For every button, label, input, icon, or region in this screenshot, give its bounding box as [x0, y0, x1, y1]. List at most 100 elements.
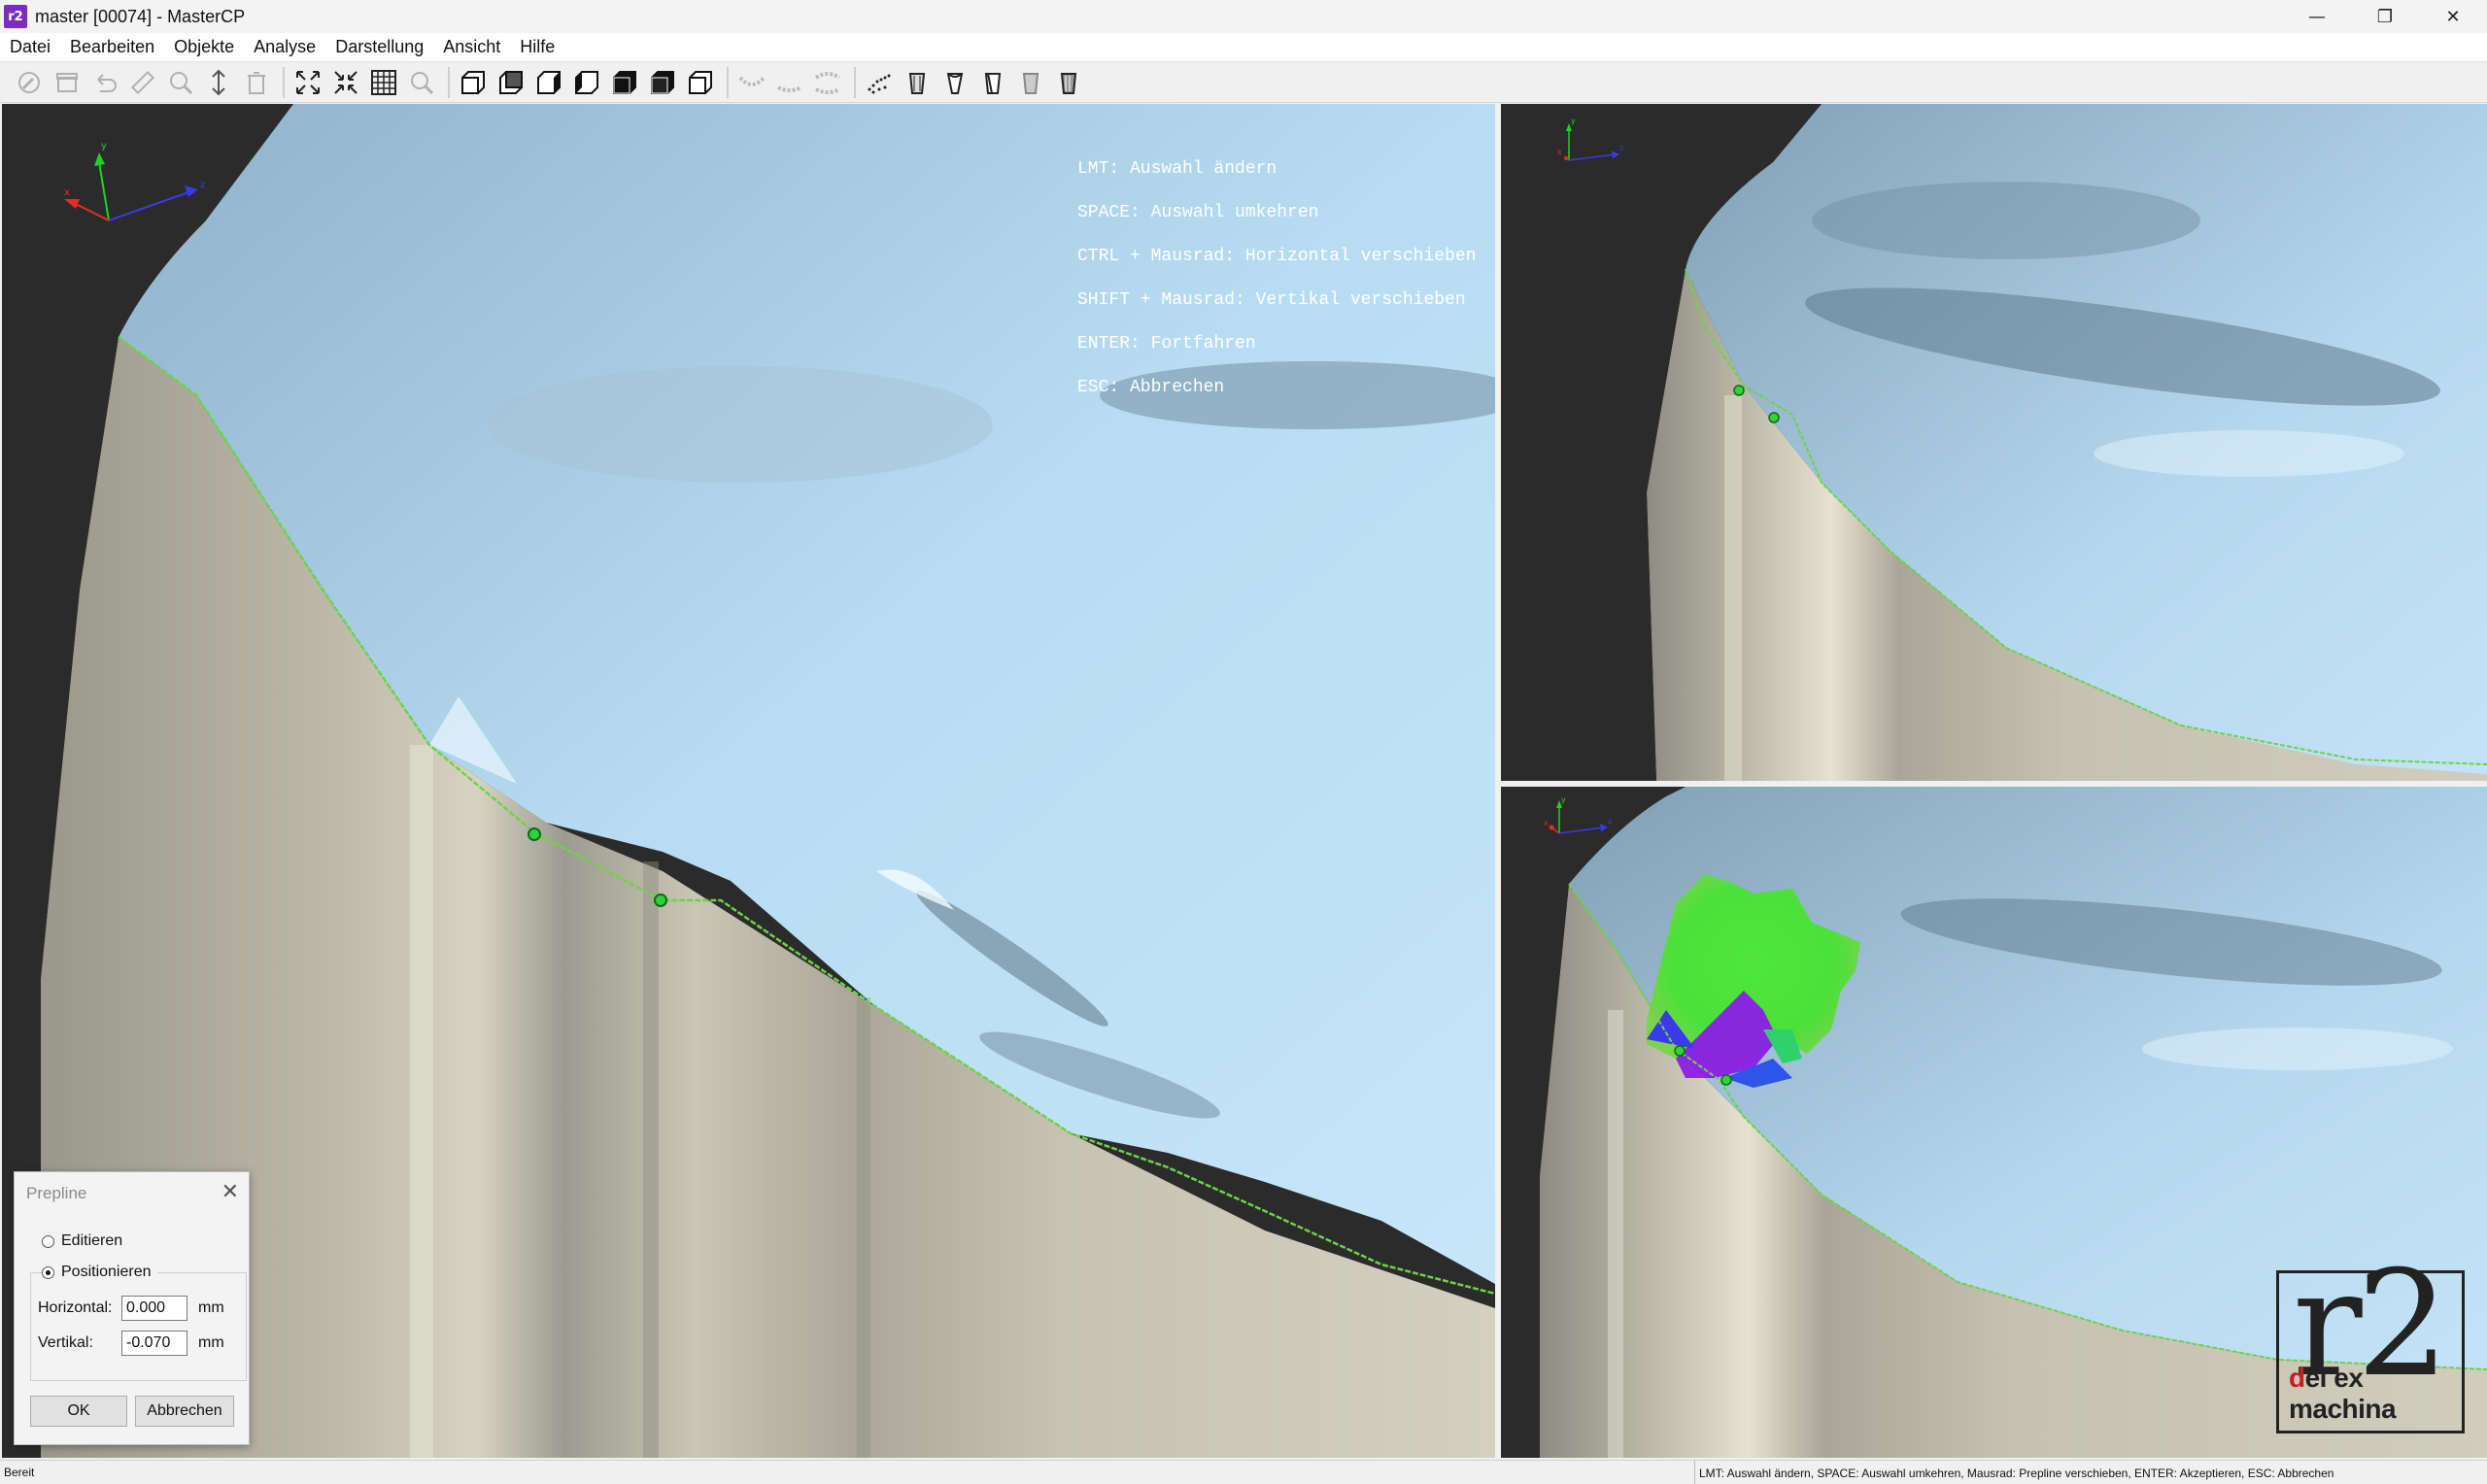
- axis-x-label: x: [64, 187, 70, 198]
- menu-darstellung[interactable]: Darstellung: [325, 37, 433, 57]
- logo-tagline-rest: ei ex machina: [2289, 1363, 2397, 1424]
- instruction-line: ENTER: Fortfahren: [1077, 334, 1256, 354]
- horizontal-input[interactable]: [121, 1296, 187, 1321]
- vertical-arrow-icon[interactable]: [201, 65, 236, 100]
- prepline-dialog: Prepline ✕ Editieren Positionieren Horiz…: [14, 1171, 250, 1445]
- axis-gizmo: y z x: [1544, 796, 1612, 834]
- window-title: master [00074] - MasterCP: [35, 6, 246, 26]
- app-icon: r2: [4, 5, 27, 28]
- status-bar: Bereit LMT: Auswahl ändern, SPACE: Auswa…: [0, 1460, 2487, 1484]
- dialog-title: Prepline: [26, 1184, 87, 1202]
- view-top-icon[interactable]: [607, 65, 642, 100]
- option-editieren[interactable]: Editieren: [42, 1232, 122, 1250]
- toolbar-separator: [727, 66, 729, 98]
- vertical-label: Vertikal:: [38, 1334, 93, 1351]
- prepline-point: [1674, 1045, 1686, 1057]
- toolbar-separator: [854, 66, 856, 98]
- radio-editieren[interactable]: [42, 1234, 54, 1248]
- axis-y-label: y: [101, 141, 107, 152]
- delete-icon[interactable]: [239, 65, 274, 100]
- instruction-line: SPACE: Auswahl umkehren: [1077, 203, 1319, 222]
- instruction-line: ESC: Abbrechen: [1077, 378, 1225, 397]
- top-right-viewport[interactable]: y z x: [1501, 104, 2487, 781]
- prepline-point: [1720, 1074, 1732, 1086]
- prepline-point: [1733, 385, 1745, 396]
- minimize-button[interactable]: —: [2283, 0, 2351, 33]
- prepline-point: [1768, 412, 1780, 423]
- option-positionieren-label: Positionieren: [61, 1264, 152, 1280]
- logo-tagline-first: d: [2289, 1363, 2305, 1393]
- zoom-region-icon[interactable]: [163, 65, 198, 100]
- toolbar: [0, 62, 2487, 103]
- fit-view-icon[interactable]: [290, 65, 325, 100]
- axis-z-label: z: [200, 180, 205, 190]
- bottom-right-viewport[interactable]: y z x r2 dei ex machina: [1501, 787, 2487, 1458]
- vertical-row: Vertikal: mm: [38, 1331, 224, 1356]
- view-back-icon[interactable]: [494, 65, 528, 100]
- horizontal-label: Horizontal:: [38, 1299, 113, 1316]
- axis-x-label: x: [1544, 819, 1549, 827]
- logo-tagline: dei ex machina: [2289, 1363, 2462, 1425]
- undo-icon[interactable]: [87, 65, 122, 100]
- app-window: r2 master [00074] - MasterCP — ❐ ✕ Datei…: [0, 0, 2487, 1484]
- tooth-icon-3[interactable]: [975, 65, 1010, 100]
- shrink-view-icon[interactable]: [328, 65, 363, 100]
- view-left-icon[interactable]: [531, 65, 566, 100]
- ok-button[interactable]: OK: [30, 1396, 127, 1427]
- status-text: Bereit: [4, 1466, 35, 1479]
- menu-analyse[interactable]: Analyse: [244, 37, 325, 57]
- grid-icon[interactable]: [366, 65, 401, 100]
- view-right-icon[interactable]: [569, 65, 604, 100]
- toolbar-separator: [283, 66, 285, 98]
- axis-y-label: y: [1571, 117, 1576, 125]
- menu-ansicht[interactable]: Ansicht: [433, 37, 510, 57]
- tooth-icon-1[interactable]: [900, 65, 935, 100]
- arch-icon-2[interactable]: [772, 65, 807, 100]
- menu-datei[interactable]: Datei: [0, 37, 60, 57]
- maximize-button[interactable]: ❐: [2351, 0, 2419, 33]
- cancel-button[interactable]: Abbrechen: [135, 1396, 234, 1427]
- axis-z-label: z: [1619, 144, 1623, 152]
- axis-gizmo: y z x: [64, 141, 205, 221]
- status-hint: LMT: Auswahl ändern, SPACE: Auswahl umke…: [1694, 1461, 2334, 1484]
- option-positionieren[interactable]: Positionieren: [42, 1264, 157, 1281]
- arch-icon-3[interactable]: [810, 65, 845, 100]
- view-bottom-icon[interactable]: [645, 65, 680, 100]
- horizontal-row: Horizontal: mm: [38, 1296, 224, 1321]
- radio-positionieren[interactable]: [42, 1265, 54, 1279]
- tooth-model-render[interactable]: [1501, 104, 2487, 781]
- magnifier-icon[interactable]: [404, 65, 439, 100]
- tool-icon[interactable]: [12, 65, 47, 100]
- axis-z-label: z: [1608, 817, 1612, 826]
- instruction-line: LMT: Auswahl ändern: [1077, 159, 1278, 179]
- tooth-icon-4[interactable]: [1013, 65, 1048, 100]
- vertical-input[interactable]: [121, 1331, 187, 1356]
- r2-logo: r2 dei ex machina: [2276, 1252, 2465, 1433]
- option-editieren-label: Editieren: [61, 1232, 123, 1249]
- tooth-icon-5[interactable]: [1051, 65, 1086, 100]
- axis-y-label: y: [1561, 796, 1566, 804]
- menu-bar: Datei Bearbeiten Objekte Analyse Darstel…: [0, 33, 2487, 62]
- close-icon[interactable]: ✕: [221, 1180, 239, 1204]
- ruler-icon[interactable]: [125, 65, 160, 100]
- menu-hilfe[interactable]: Hilfe: [510, 37, 564, 57]
- window-controls: — ❐ ✕: [2283, 0, 2487, 33]
- horizontal-unit: mm: [198, 1299, 224, 1316]
- points-icon[interactable]: [862, 65, 897, 100]
- view-front-icon[interactable]: [456, 65, 491, 100]
- keyboard-instructions: LMT: Auswahl ändern SPACE: Auswahl umkeh…: [1077, 133, 1476, 424]
- instruction-line: CTRL + Mausrad: Horizontal verschieben: [1077, 247, 1477, 266]
- tooth-icon-2[interactable]: [937, 65, 972, 100]
- positionieren-group: [30, 1272, 247, 1381]
- arch-icon-1[interactable]: [734, 65, 769, 100]
- prepline-point: [528, 827, 541, 841]
- view-iso-icon[interactable]: [683, 65, 718, 100]
- prepline-point: [654, 894, 667, 907]
- toolbar-separator: [448, 66, 450, 98]
- menu-objekte[interactable]: Objekte: [164, 37, 244, 57]
- box-icon[interactable]: [50, 65, 85, 100]
- instruction-line: SHIFT + Mausrad: Vertikal verschieben: [1077, 290, 1466, 310]
- vertical-unit: mm: [198, 1334, 224, 1351]
- close-button[interactable]: ✕: [2419, 0, 2487, 33]
- menu-bearbeiten[interactable]: Bearbeiten: [60, 37, 164, 57]
